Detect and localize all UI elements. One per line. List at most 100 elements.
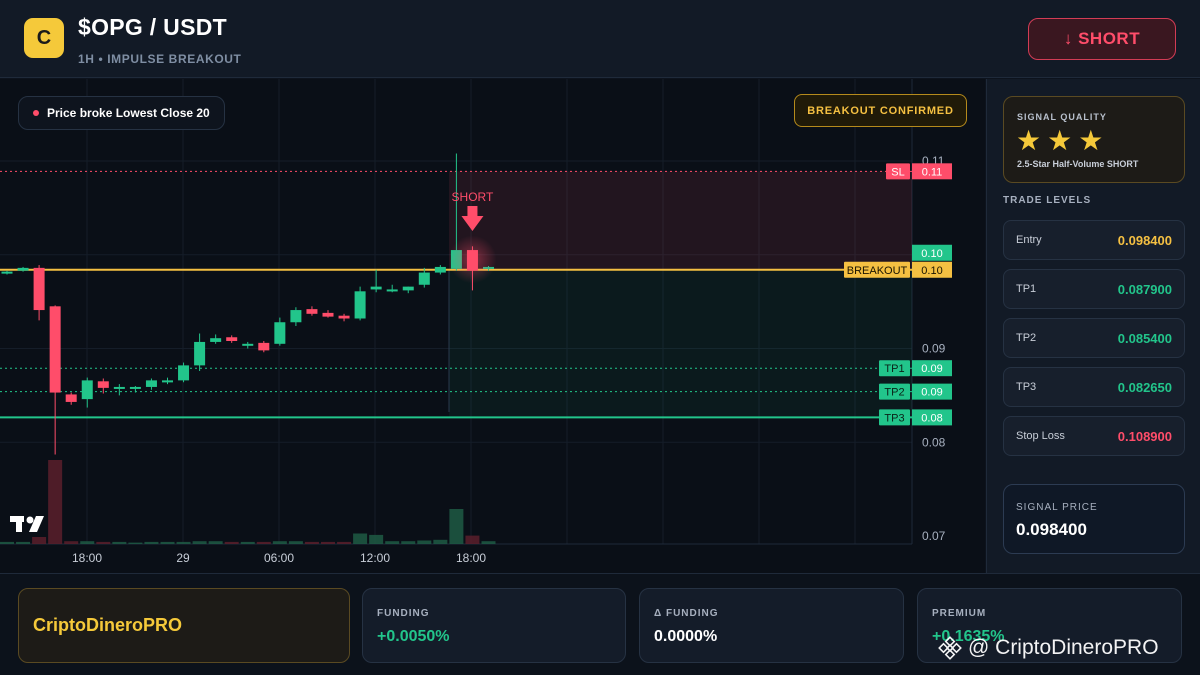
volume-bar (321, 541, 335, 544)
timeframe-subtitle: 1H • IMPULSE BREAKOUT (78, 52, 242, 66)
level-tag-name: SL (891, 166, 904, 178)
breakout-message-text: Price broke Lowest Close 20 (47, 106, 210, 120)
volume-bar (449, 509, 464, 544)
delta-funding-value: 0.0000% (654, 628, 718, 645)
level-value: 0.108900 (1117, 428, 1172, 444)
candle-body (354, 291, 366, 319)
short-signal-label: SHORT (452, 190, 494, 204)
level-tag-value: 0.09 (921, 363, 942, 375)
volume-bar (48, 460, 63, 544)
level-name: TP3 (1016, 381, 1037, 393)
volume-bar (0, 541, 14, 544)
volume-bar (240, 541, 255, 544)
volume-bar (64, 541, 79, 544)
candle-body (113, 386, 125, 389)
watermark: @ CriptoDineroPRO (938, 636, 1159, 660)
volume-bar (256, 541, 271, 544)
tradingview-logo-icon (10, 516, 44, 532)
alert-dot-icon (33, 110, 39, 116)
volume-bar (112, 541, 127, 544)
volume-bar (192, 541, 207, 544)
volume-bar (96, 541, 111, 544)
funding-card: FUNDING +0.0050% (362, 588, 626, 663)
volume-bar (80, 541, 95, 544)
risk-zone (449, 171, 912, 270)
signal-quality-title: SIGNAL QUALITY (1017, 112, 1107, 122)
level-tp3: TP3 0.082650 (1003, 367, 1185, 407)
x-tick-label: 12:00 (360, 551, 390, 565)
y-tick-label: 0.07 (922, 529, 946, 543)
app-logo: C (24, 18, 64, 58)
breakout-confirmed-badge: BREAKOUT CONFIRMED (794, 94, 967, 127)
star-icon: ★ (1078, 125, 1104, 156)
candle-body (81, 380, 93, 400)
volume-bar (401, 541, 416, 544)
candle-body (49, 306, 61, 393)
volume-bar (288, 541, 303, 544)
level-value: 0.085400 (1117, 330, 1172, 346)
candle-body (210, 338, 222, 342)
header: C $OPG / USDT 1H • IMPULSE BREAKOUT ↓ SH… (0, 0, 1200, 78)
reward-zone (449, 269, 912, 418)
candle-body (65, 394, 77, 402)
volume-bar (304, 541, 319, 544)
candle-body (338, 315, 350, 319)
y-tick-label: 0.09 (922, 342, 946, 356)
signal-price-label: SIGNAL PRICE (1016, 502, 1098, 513)
level-tag-value: 0.11 (922, 166, 943, 178)
candle-body (370, 286, 382, 290)
volume-bar (385, 541, 400, 544)
star-icon: ★ (1016, 125, 1042, 156)
signal-quality-desc: 2.5-Star Half-Volume SHORT (1017, 159, 1139, 169)
level-tag-name: TP3 (884, 412, 904, 424)
volume-bar (32, 537, 47, 544)
candle-body (1, 271, 13, 274)
level-tag-value: 0.09 (921, 387, 942, 399)
candle-body (290, 310, 302, 323)
level-tp1: TP1 0.087900 (1003, 269, 1185, 309)
binance-logo-icon (938, 636, 962, 660)
candle-body (178, 365, 190, 381)
level-tag-value: 0.10 (921, 265, 942, 277)
short-button[interactable]: ↓ SHORT (1028, 18, 1176, 60)
price-chart[interactable]: SHORT 0.11 0.10 0.09 0.08 0.07 18:00 29 06:00 12:… (0, 79, 985, 573)
candle-body (226, 337, 238, 341)
volume-bar (16, 541, 31, 544)
candle-body (17, 267, 29, 271)
volume-bar (160, 541, 175, 544)
rating-stars: ★ ★ ★ (1016, 124, 1103, 158)
volume-bar (208, 541, 223, 544)
candle-body (306, 309, 318, 314)
delta-funding-label: Δ FUNDING (654, 608, 719, 619)
level-value: 0.087900 (1117, 281, 1172, 297)
level-name: Stop Loss (1016, 430, 1065, 442)
candle-body (274, 322, 286, 344)
signal-panel: SIGNAL QUALITY ★ ★ ★ 2.5-Star Half-Volum… (986, 79, 1200, 573)
funding-label: FUNDING (377, 608, 430, 619)
volume-bar (272, 541, 287, 544)
delta-funding-card: Δ FUNDING 0.0000% (639, 588, 904, 663)
signal-glow (448, 235, 497, 284)
volume-bar (481, 541, 496, 544)
signal-price-card: SIGNAL PRICE 0.098400 (1003, 484, 1185, 554)
volume-bar (433, 539, 448, 544)
trade-levels-title: TRADE LEVELS (1003, 195, 1092, 206)
level-value: 0.082650 (1117, 379, 1172, 395)
signal-price-value: 0.098400 (1016, 520, 1087, 539)
breakout-message: Price broke Lowest Close 20 (18, 96, 225, 130)
level-tag-name: BREAKOUT (847, 265, 908, 277)
level-tp2: TP2 0.085400 (1003, 318, 1185, 358)
signal-quality-card: SIGNAL QUALITY ★ ★ ★ 2.5-Star Half-Volum… (1003, 96, 1185, 183)
volume-bar (417, 540, 432, 544)
pair-title: $OPG / USDT (78, 14, 227, 40)
brand-card: CriptoDineroPRO (18, 588, 350, 663)
volume-bar (369, 534, 384, 544)
candle-body (322, 312, 334, 317)
volume-bar (144, 541, 159, 544)
candle-body (33, 267, 45, 311)
candle-body (162, 380, 173, 383)
candle-body (386, 289, 398, 292)
level-name: Entry (1016, 234, 1042, 246)
watermark-text: @ CriptoDineroPRO (968, 636, 1159, 659)
volume-bar (224, 541, 239, 544)
